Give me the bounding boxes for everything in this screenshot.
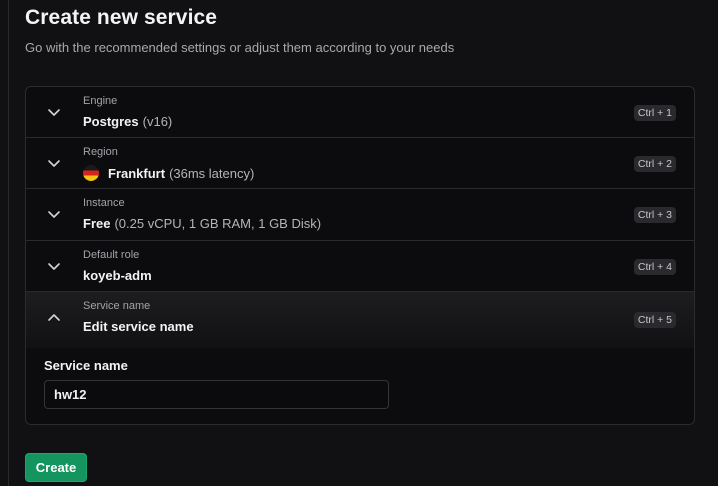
section-instance[interactable]: Instance Free (0.25 vCPU, 1 GB RAM, 1 GB… [26,189,694,241]
section-value: Free (0.25 vCPU, 1 GB RAM, 1 GB Disk) [83,216,321,231]
section-region[interactable]: Region Frankfurt (36ms latency) Ctrl + 2 [26,138,694,189]
shortcut-badge: Ctrl + 1 [633,105,676,121]
create-button[interactable]: Create [25,453,87,482]
chevron-up-icon [46,310,62,326]
section-service-name[interactable]: Service name Edit service name Ctrl + 5 [26,292,694,348]
chevron-down-icon [46,206,62,222]
instance-value: Free [83,216,111,231]
region-value: Frankfurt [108,165,166,181]
engine-version: (v16) [142,114,173,129]
shortcut-badge: Ctrl + 3 [633,207,676,223]
chevron-down-icon [46,258,62,274]
section-value: koyeb-adm [83,268,152,283]
section-label: Default role [83,249,140,261]
section-default-role[interactable]: Default role koyeb-adm Ctrl + 4 [26,241,694,292]
section-label: Region [83,146,118,158]
section-value: Edit service name [83,319,194,334]
page-subtitle: Go with the recommended settings or adju… [25,40,455,55]
instance-specs: (0.25 vCPU, 1 GB RAM, 1 GB Disk) [114,216,322,231]
shortcut-badge: Ctrl + 2 [633,156,676,172]
section-label: Service name [83,300,151,312]
chevron-down-icon [46,155,62,171]
section-value: Postgres (v16) [83,114,172,129]
engine-value: Postgres [83,114,139,129]
chevron-down-icon [46,104,62,120]
left-divider [8,0,9,486]
page-title: Create new service [25,6,218,29]
section-label: Engine [83,95,118,107]
section-value: Frankfurt (36ms latency) [83,165,254,181]
service-name-label: Service name [44,358,128,373]
germany-flag-icon [83,165,99,181]
service-config-card: Engine Postgres (v16) Ctrl + 1 Region Fr… [25,86,695,425]
section-label: Instance [83,197,125,209]
service-name-input[interactable] [44,380,389,409]
region-latency: (36ms latency) [169,165,255,181]
default-role-value: koyeb-adm [83,268,152,283]
shortcut-badge: Ctrl + 4 [633,259,676,275]
shortcut-badge: Ctrl + 5 [633,312,676,328]
service-name-value: Edit service name [83,319,194,334]
section-engine[interactable]: Engine Postgres (v16) Ctrl + 1 [26,87,694,138]
